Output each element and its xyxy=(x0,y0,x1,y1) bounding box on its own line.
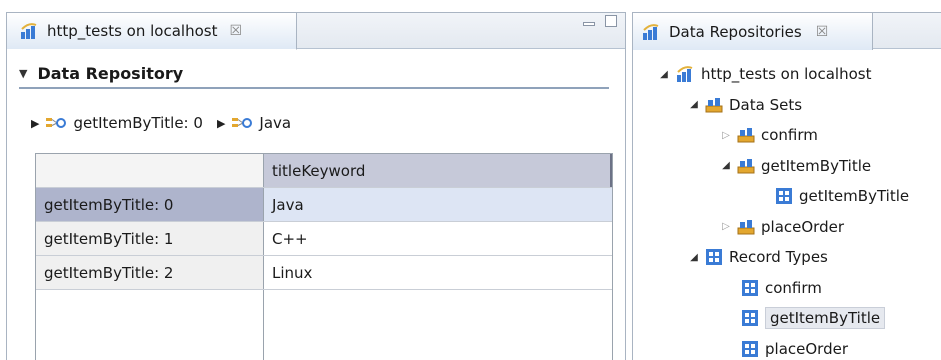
collapsed-triangle-icon[interactable]: ▷ xyxy=(719,130,733,141)
record-type-icon xyxy=(705,248,723,266)
breadcrumb-label: getItemByTitle: 0 xyxy=(73,114,203,132)
repository-icon xyxy=(675,64,695,84)
data-repository-editor: http_tests on localhost ☒ ▼ Data Reposit… xyxy=(6,12,626,360)
table-row[interactable]: getItemByTitle: 1 C++ xyxy=(36,222,612,256)
data-repository-section[interactable]: ▼ Data Repository xyxy=(19,59,609,89)
tree-node-label: Record Types xyxy=(729,248,828,267)
maximize-icon[interactable] xyxy=(605,15,617,27)
tree-node-placeorder[interactable]: ▷ placeOrder xyxy=(633,212,941,243)
grid-empty-area[interactable] xyxy=(36,290,612,360)
repository-tree: ◢ http_tests on localhost ◢ Data Sets ▷ … xyxy=(633,59,941,360)
tree-node-root[interactable]: ◢ http_tests on localhost xyxy=(633,59,941,90)
repository-icon xyxy=(19,21,39,41)
view-tab[interactable]: Data Repositories ☒ xyxy=(633,13,873,50)
data-set-icon xyxy=(737,218,755,236)
table-cell[interactable]: Java xyxy=(264,188,612,221)
collapsed-triangle-icon[interactable]: ▷ xyxy=(719,221,733,232)
data-repositories-view: Data Repositories ☒ ◢ http_tests on loca… xyxy=(632,12,941,360)
breadcrumb-arrow-icon[interactable]: ▶ xyxy=(31,117,39,130)
view-tab-title: Data Repositories xyxy=(669,22,802,41)
empty-row-header xyxy=(36,290,264,360)
tree-node-label: Data Sets xyxy=(729,95,803,114)
expanded-triangle-icon[interactable]: ◢ xyxy=(687,252,701,263)
close-icon[interactable]: ☒ xyxy=(229,23,242,39)
expanded-triangle-icon[interactable]: ◢ xyxy=(687,99,701,110)
empty-cell xyxy=(264,290,612,360)
tree-node-record-confirm[interactable]: confirm xyxy=(633,273,941,304)
tree-node-label: getItemByTitle xyxy=(765,307,886,330)
expanded-triangle-icon[interactable]: ◢ xyxy=(657,69,671,80)
data-set-icon xyxy=(705,96,723,114)
tree-node-label: placeOrder xyxy=(765,339,848,358)
view-tabbar: Data Repositories ☒ xyxy=(633,13,941,50)
tree-node-label: confirm xyxy=(765,278,822,297)
record-type-icon xyxy=(741,279,759,297)
tree-node-label: http_tests on localhost xyxy=(701,65,872,84)
tree-node-label: getItemByTitle xyxy=(799,187,910,206)
table-row[interactable]: getItemByTitle: 2 Linux xyxy=(36,256,612,290)
table-cell[interactable]: C++ xyxy=(264,222,612,255)
tree-node-getitembytitle-record[interactable]: getItemByTitle xyxy=(633,181,941,212)
breadcrumb-label: Java xyxy=(259,114,292,132)
table-cell[interactable]: Linux xyxy=(264,256,612,289)
minimize-icon[interactable] xyxy=(583,22,595,26)
expanded-triangle-icon[interactable]: ◢ xyxy=(719,160,733,171)
record-type-icon xyxy=(775,187,793,205)
tree-node-label: confirm xyxy=(761,126,818,145)
close-icon[interactable]: ☒ xyxy=(816,24,829,40)
dataset-item-icon xyxy=(45,116,67,130)
editor-tabbar: http_tests on localhost ☒ xyxy=(7,13,625,50)
breadcrumb-item-dataset[interactable]: getItemByTitle: 0 xyxy=(45,114,203,132)
data-set-icon xyxy=(737,126,755,144)
tree-node-data-sets[interactable]: ◢ Data Sets xyxy=(633,90,941,121)
table-row[interactable]: getItemByTitle: 0 Java xyxy=(36,188,612,222)
tree-node-getitembytitle[interactable]: ◢ getItemByTitle xyxy=(633,151,941,182)
dataset-item-icon xyxy=(231,116,253,130)
record-type-icon xyxy=(741,340,759,358)
column-header[interactable]: titleKeyword xyxy=(264,154,612,187)
tree-node-label: getItemByTitle xyxy=(761,156,872,175)
tree-node-confirm[interactable]: ▷ confirm xyxy=(633,120,941,151)
data-set-icon xyxy=(737,157,755,175)
grid-corner-cell[interactable] xyxy=(36,154,264,187)
grid-header-row: titleKeyword xyxy=(36,154,612,188)
tree-node-record-placeorder[interactable]: placeOrder xyxy=(633,334,941,360)
tree-node-record-types[interactable]: ◢ Record Types xyxy=(633,242,941,273)
tree-node-record-getitembytitle[interactable]: getItemByTitle xyxy=(633,303,941,334)
breadcrumb-item-value[interactable]: Java xyxy=(231,114,291,132)
repository-icon xyxy=(641,22,661,42)
row-header[interactable]: getItemByTitle: 0 xyxy=(36,188,264,221)
section-title: Data Repository xyxy=(37,63,184,83)
editor-tab[interactable]: http_tests on localhost ☒ xyxy=(7,13,297,50)
data-grid: titleKeyword getItemByTitle: 0 Java getI… xyxy=(35,153,613,360)
expand-triangle-icon[interactable]: ▼ xyxy=(19,67,27,80)
row-header[interactable]: getItemByTitle: 2 xyxy=(36,256,264,289)
tree-node-label: placeOrder xyxy=(761,217,844,236)
row-header[interactable]: getItemByTitle: 1 xyxy=(36,222,264,255)
record-type-icon xyxy=(741,309,759,327)
breadcrumb: ▶ getItemByTitle: 0 ▶ Java xyxy=(31,109,299,137)
editor-tab-title: http_tests on localhost xyxy=(47,22,218,40)
breadcrumb-arrow-icon[interactable]: ▶ xyxy=(217,117,225,130)
